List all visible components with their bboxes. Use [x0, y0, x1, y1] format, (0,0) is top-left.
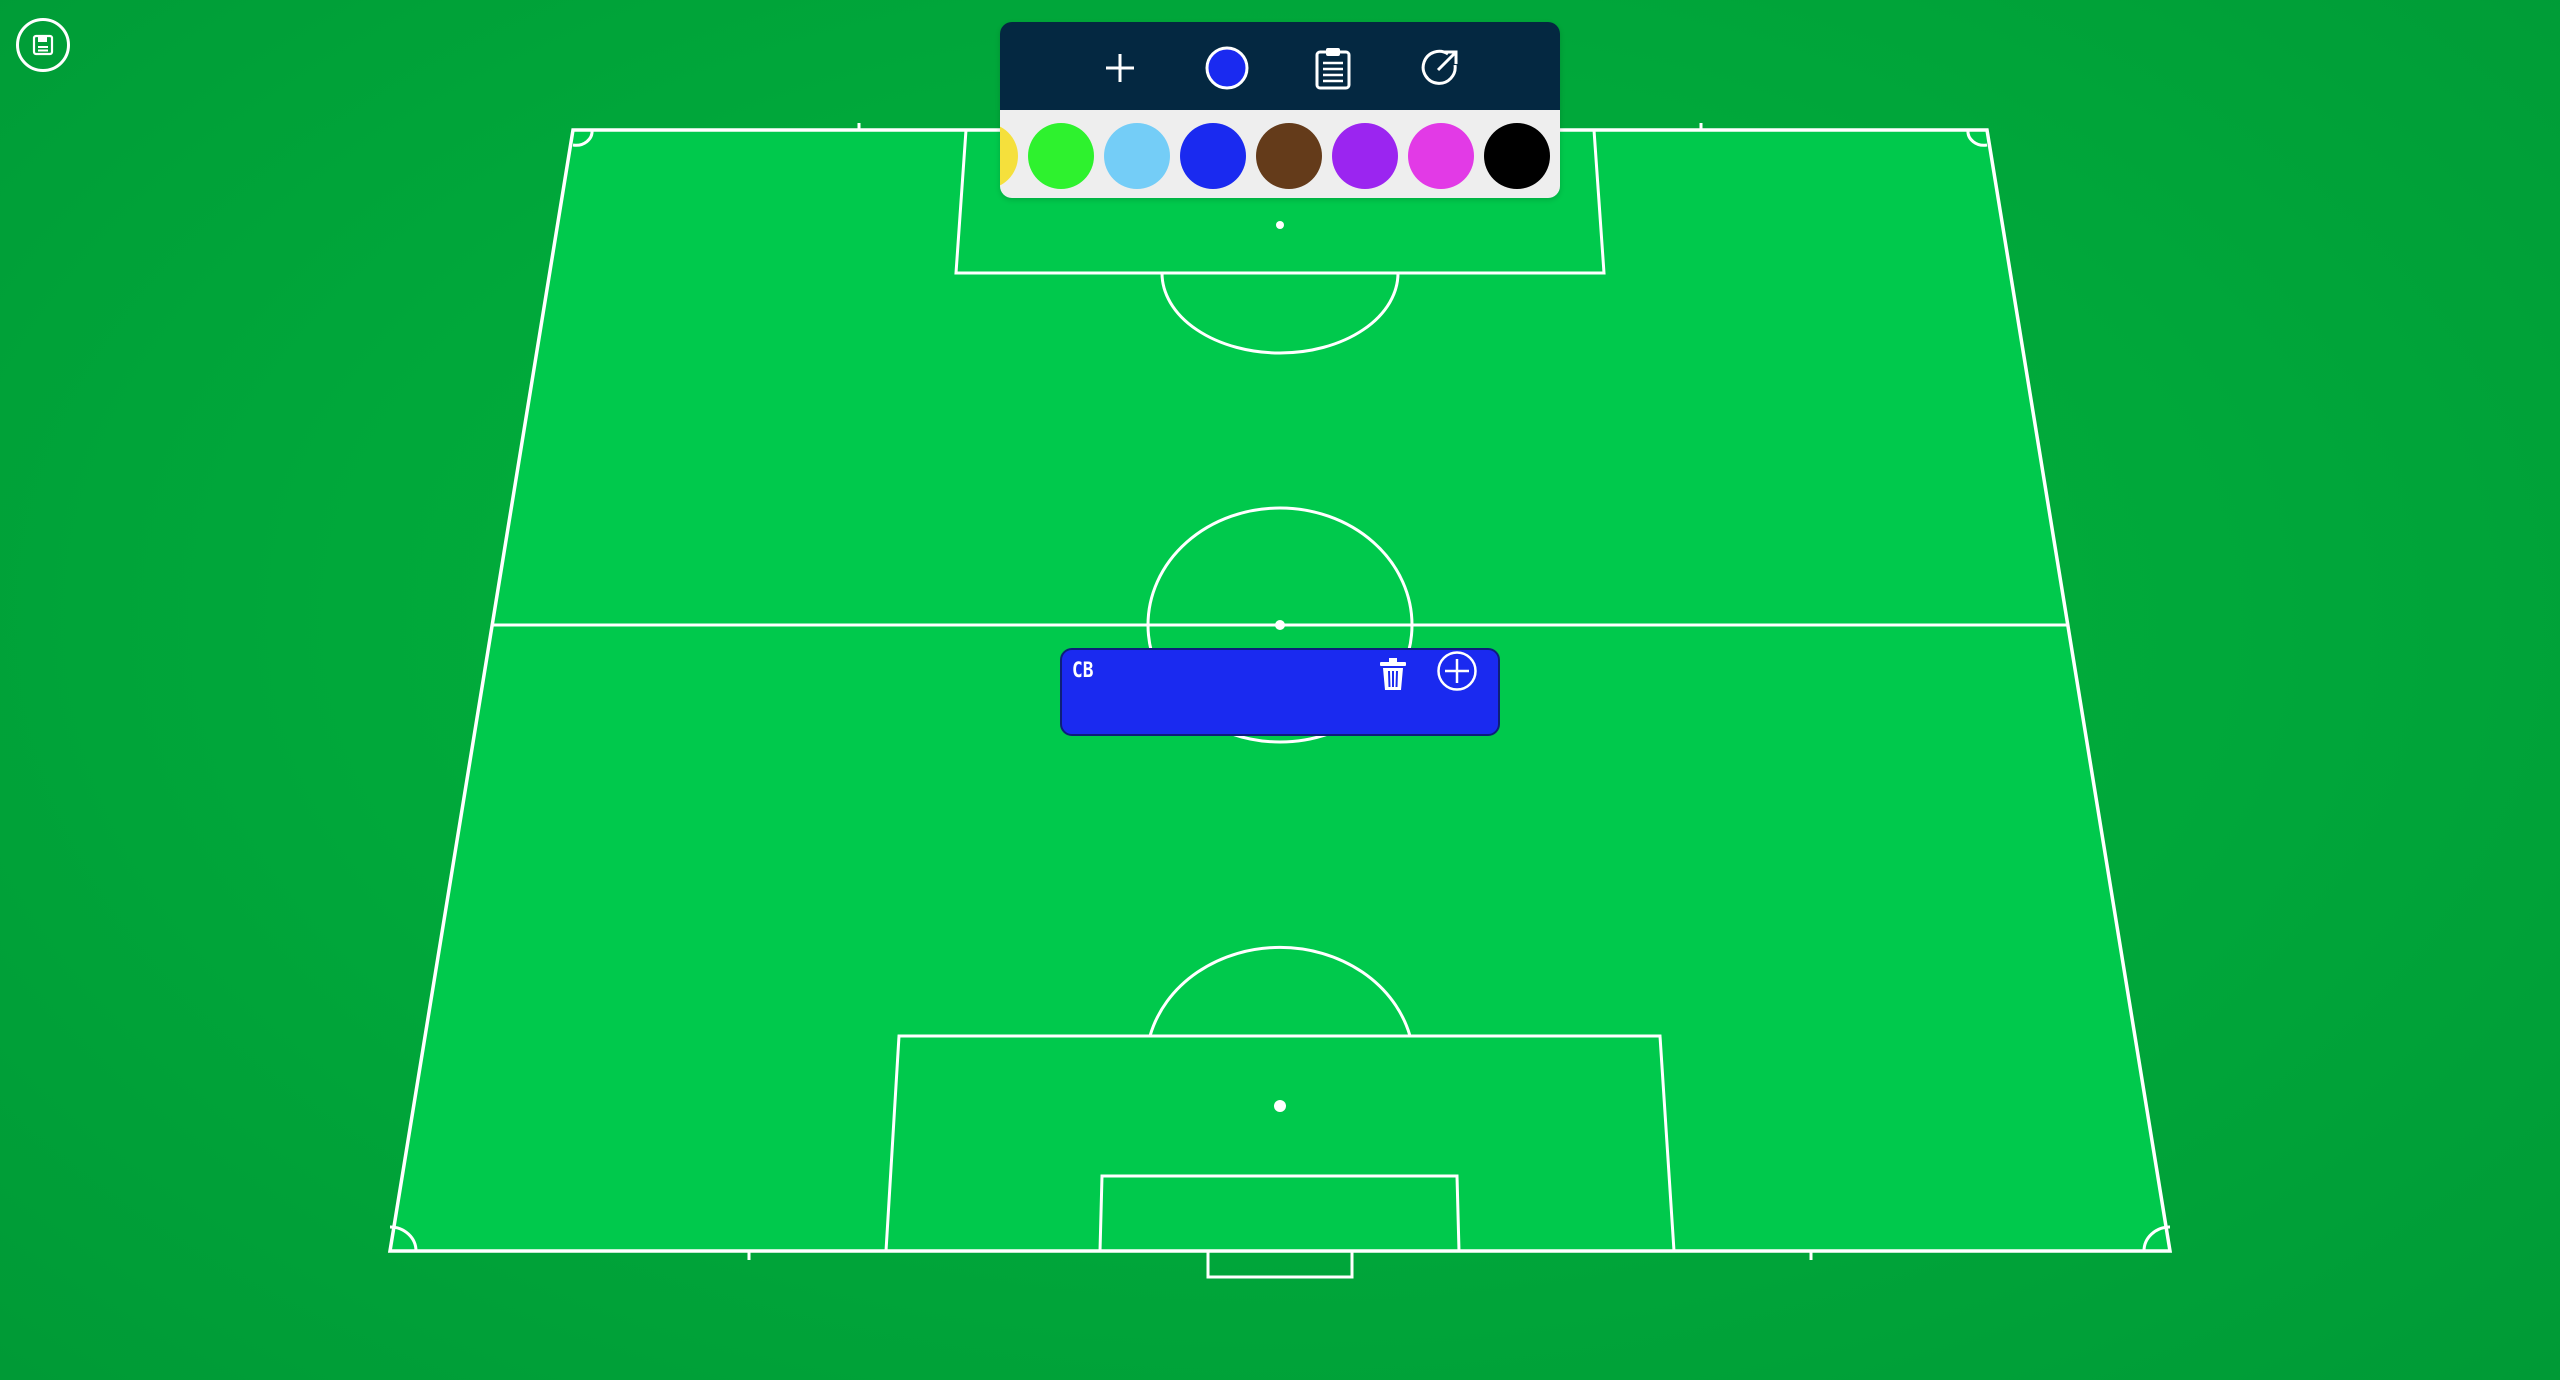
delete-player-button[interactable] — [1371, 652, 1415, 696]
bottom-penalty-spot — [1274, 1100, 1286, 1112]
player-card[interactable]: CB — [1060, 648, 1500, 736]
color-swatch-light-blue[interactable] — [1104, 123, 1170, 189]
toolbar — [1000, 22, 1560, 198]
add-player-detail-button[interactable] — [1435, 649, 1479, 693]
toolbar-actions — [1000, 22, 1560, 110]
color-swatch-black[interactable] — [1484, 123, 1550, 189]
add-circle-icon — [1437, 651, 1477, 691]
player-position-label: CB — [1072, 658, 1094, 682]
color-swatch-yellow[interactable] — [1000, 123, 1018, 189]
add-button[interactable] — [1096, 44, 1144, 92]
export-icon — [1421, 49, 1458, 85]
color-swatch-magenta[interactable] — [1408, 123, 1474, 189]
bottom-goal — [1206, 1251, 1354, 1279]
color-swatch-blue[interactable] — [1180, 123, 1246, 189]
color-swatch-purple[interactable] — [1332, 123, 1398, 189]
export-button[interactable] — [1416, 44, 1464, 92]
color-picker-button[interactable] — [1203, 44, 1251, 92]
trash-icon — [1380, 658, 1406, 690]
center-spot — [1275, 620, 1285, 630]
selected-color-dot — [1205, 46, 1249, 90]
color-swatch-green[interactable] — [1028, 123, 1094, 189]
clipboard-button[interactable] — [1309, 44, 1357, 92]
color-palette — [1000, 110, 1560, 198]
clipboard-icon — [1315, 48, 1351, 90]
color-picker-icon — [1205, 46, 1249, 90]
add-icon — [1106, 54, 1134, 82]
color-swatch-brown[interactable] — [1256, 123, 1322, 189]
top-penalty-spot — [1276, 221, 1284, 229]
